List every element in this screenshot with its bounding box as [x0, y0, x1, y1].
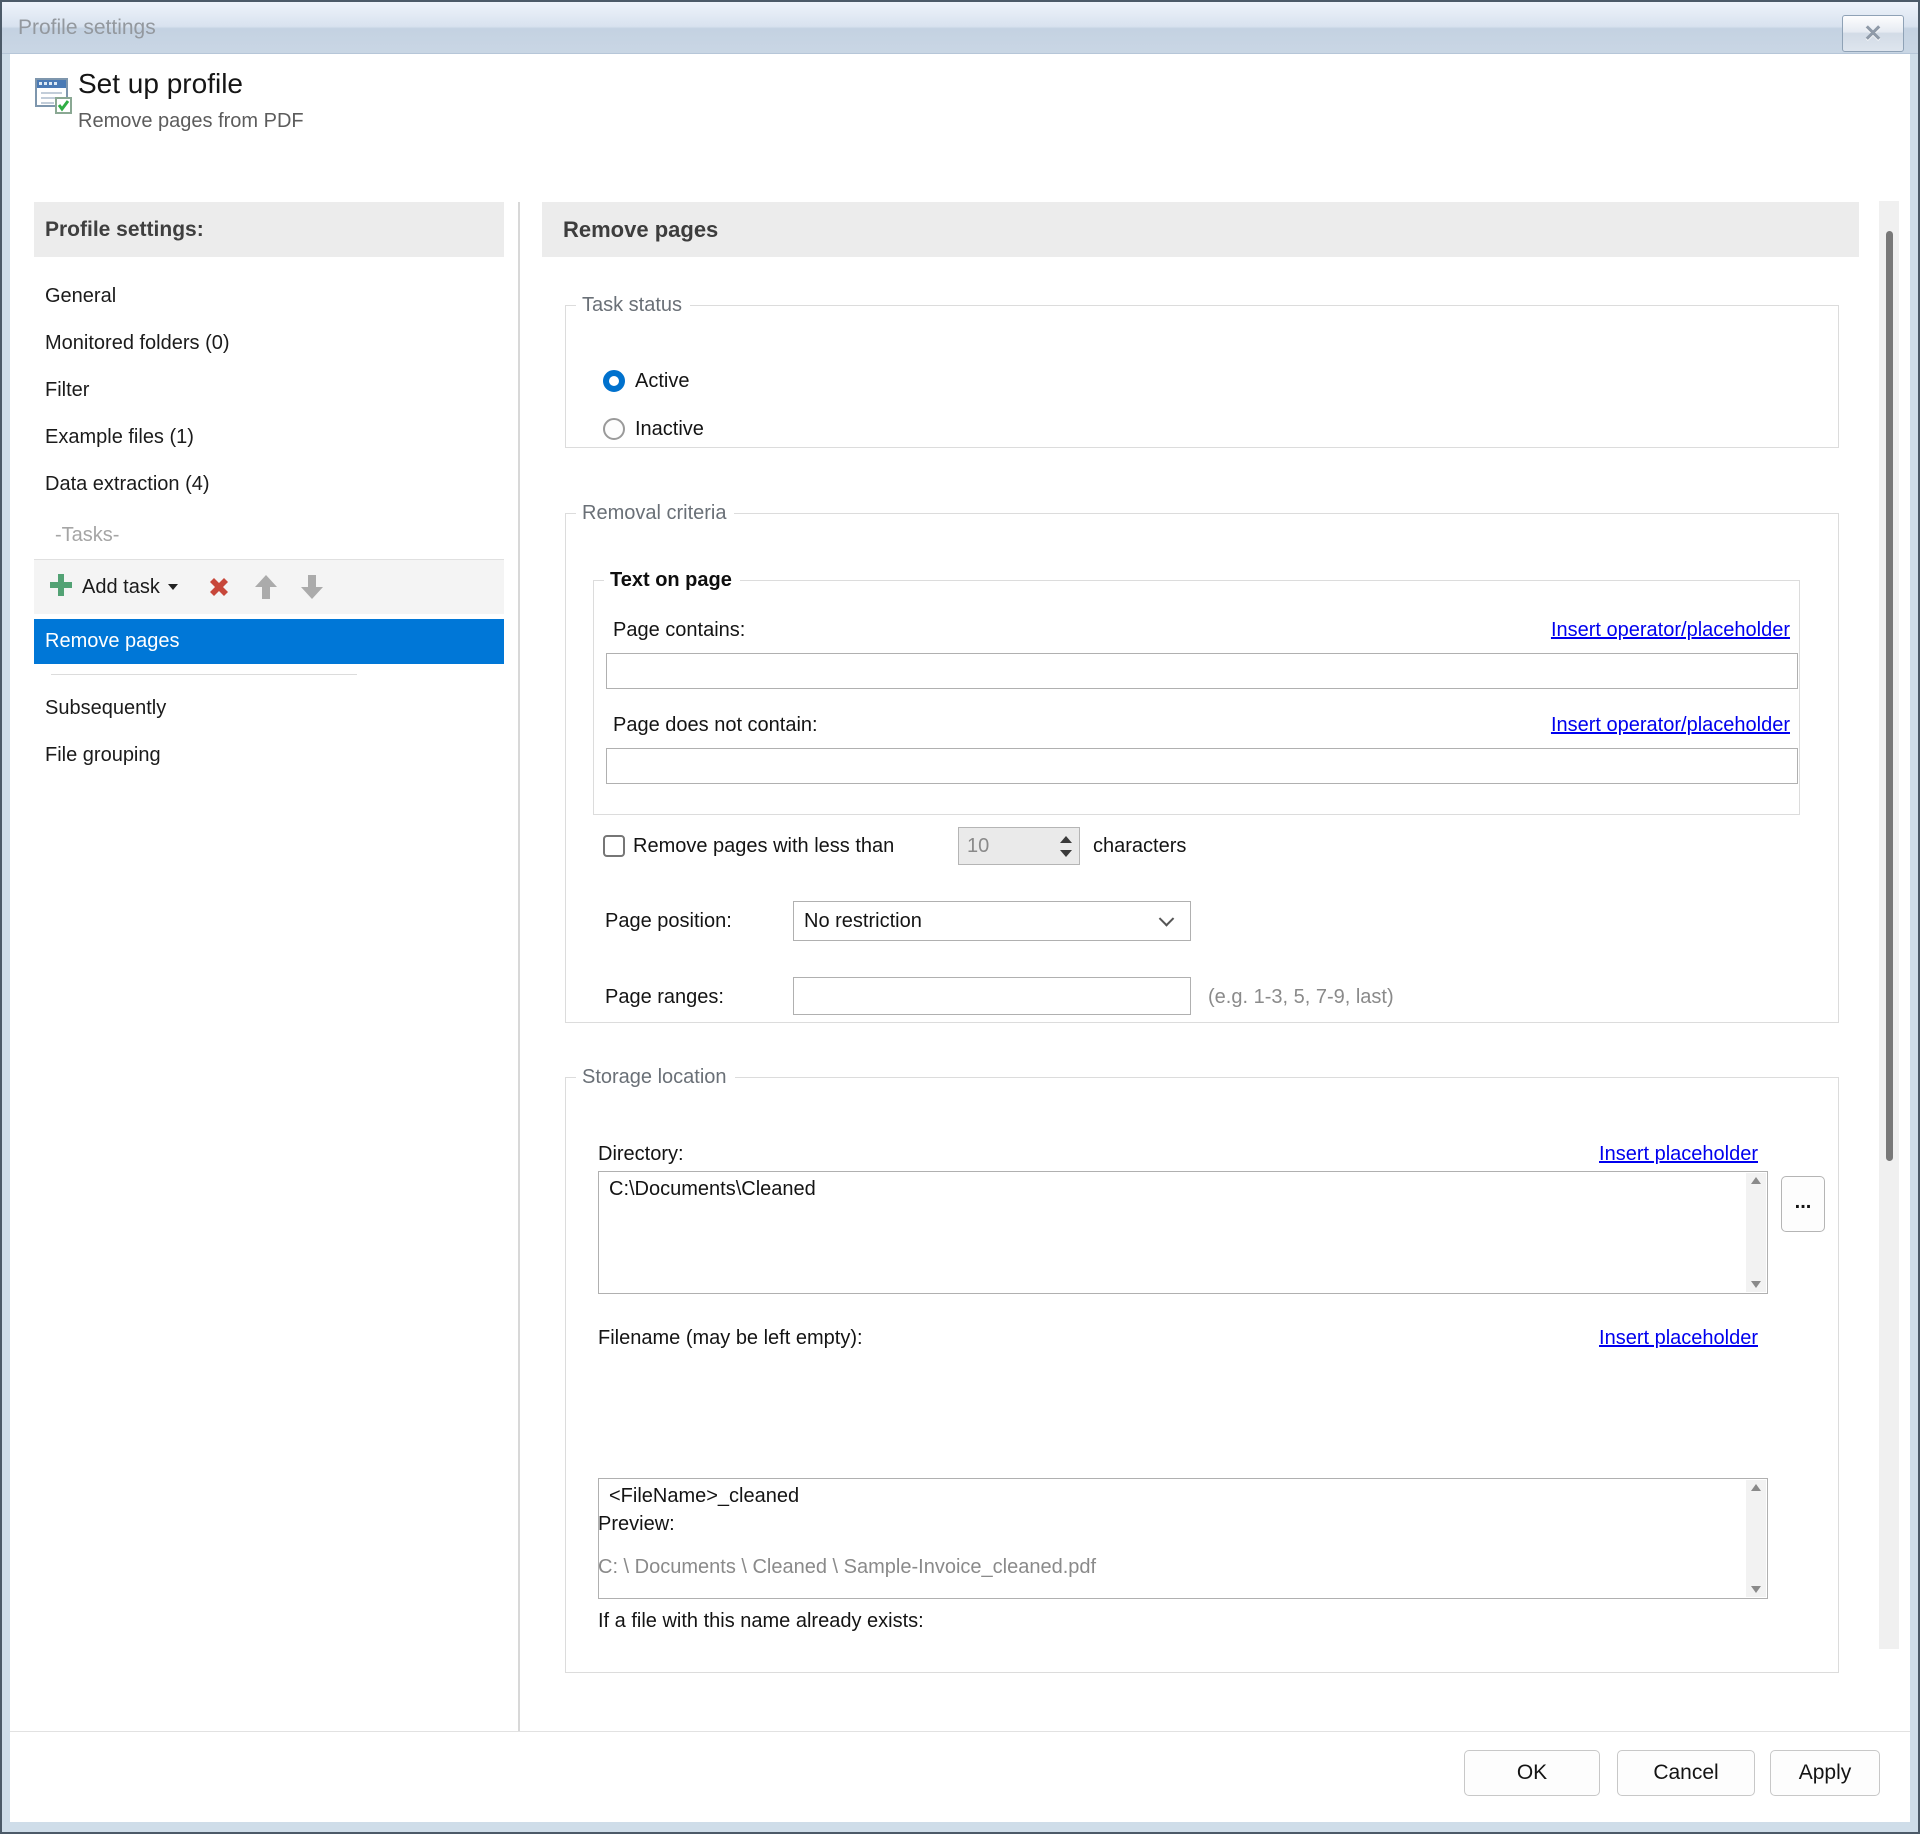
page-ranges-hint: (e.g. 1-3, 5, 7-9, last)	[1208, 986, 1394, 1008]
preview-label: Preview:	[598, 1513, 675, 1535]
apply-button[interactable]: Apply	[1770, 1750, 1880, 1796]
page-not-contains-input[interactable]	[606, 748, 1798, 784]
profile-icon	[35, 76, 73, 121]
titlebar: Profile settings ✕	[2, 2, 1918, 54]
add-task-label: Add task	[82, 575, 160, 598]
text-on-page-legend: Text on page	[610, 569, 732, 591]
page-position-label: Page position:	[605, 910, 732, 932]
directory-input[interactable]: C:\Documents\Cleaned	[598, 1171, 1768, 1294]
page-contains-label: Page contains:	[613, 619, 746, 641]
text-on-page-group: Text on page Page contains: Insert opera…	[593, 569, 1800, 815]
page-subtitle: Remove pages from PDF	[78, 110, 304, 132]
sidebar-item-data-extraction[interactable]: Data extraction (4)	[34, 461, 504, 508]
cancel-button[interactable]: Cancel	[1617, 1750, 1755, 1796]
tasks-section-label: -Tasks-	[55, 524, 120, 546]
filename-input[interactable]: <FileName>_cleaned	[598, 1478, 1768, 1599]
move-up-button[interactable]	[253, 573, 279, 601]
page-not-contains-label: Page does not contain:	[613, 714, 818, 736]
sidebar-item-monitored-folders[interactable]: Monitored folders (0)	[34, 320, 504, 367]
sidebar-item-file-grouping[interactable]: File grouping	[34, 732, 504, 779]
insert-operator-link-1[interactable]: Insert operator/placeholder	[1551, 617, 1790, 643]
preview-value: C: \ Documents \ Cleaned \ Sample-Invoic…	[598, 1556, 1097, 1578]
task-status-group: Task status Active Inactive	[565, 294, 1839, 448]
sidebar-item-subsequently[interactable]: Subsequently	[34, 685, 504, 732]
directory-value: C:\Documents\Cleaned	[609, 1178, 816, 1200]
sidebar: Profile settings: General Monitored fold…	[34, 202, 504, 779]
page-contains-input[interactable]	[606, 653, 1798, 689]
main-scrollbar[interactable]	[1879, 201, 1899, 1649]
spinner-down-icon[interactable]	[1060, 849, 1072, 857]
scroll-up-icon[interactable]	[1751, 1177, 1761, 1184]
storage-location-legend: Storage location	[582, 1066, 727, 1088]
dialog-content: Set up profile Remove pages from PDF Pro…	[10, 54, 1910, 1822]
scrollbar-thumb[interactable]	[1886, 231, 1893, 1161]
main-heading: Remove pages	[542, 202, 1859, 257]
removal-criteria-group: Removal criteria Text on page Page conta…	[565, 502, 1839, 1023]
chevron-down-icon	[167, 578, 179, 596]
scroll-down-icon[interactable]	[1751, 1281, 1761, 1288]
sidebar-item-filter[interactable]: Filter	[34, 367, 504, 414]
page-position-dropdown[interactable]: No restriction	[793, 901, 1191, 941]
profile-settings-dialog: Profile settings ✕ Set up profile Remove…	[0, 0, 1920, 1834]
active-label: Active	[635, 370, 690, 392]
plus-icon	[47, 571, 75, 604]
active-radio[interactable]	[603, 370, 625, 392]
removal-criteria-legend: Removal criteria	[582, 502, 727, 524]
directory-label: Directory:	[598, 1143, 684, 1165]
character-count-value: 10	[967, 835, 990, 857]
less-than-label: Remove pages with less than	[633, 835, 895, 857]
characters-label: characters	[1093, 835, 1187, 857]
delete-task-button[interactable]	[205, 573, 233, 601]
add-task-button[interactable]: Add task	[41, 567, 185, 608]
vertical-separator	[518, 202, 520, 1732]
spinner-up-icon[interactable]	[1060, 835, 1072, 843]
window-title: Profile settings	[18, 16, 156, 39]
task-item-remove-pages[interactable]: Remove pages	[34, 619, 504, 664]
character-count-spinner[interactable]: 10	[958, 827, 1080, 865]
sidebar-heading: Profile settings:	[34, 202, 504, 257]
file-exists-label: If a file with this name already exists:	[598, 1610, 924, 1632]
insert-placeholder-link-filename[interactable]: Insert placeholder	[1599, 1325, 1758, 1351]
spinner-arrows[interactable]	[1053, 828, 1079, 864]
filename-label: Filename (may be left empty):	[598, 1327, 863, 1349]
task-toolbar: Add task	[34, 559, 504, 614]
browse-directory-button[interactable]: ...	[1781, 1176, 1825, 1232]
inactive-label: Inactive	[635, 418, 704, 440]
inactive-radio[interactable]	[603, 418, 625, 440]
filename-scrollbar[interactable]	[1746, 1480, 1766, 1597]
page-position-value: No restriction	[804, 910, 922, 932]
chevron-down-icon	[1158, 911, 1175, 927]
insert-placeholder-link-directory[interactable]: Insert placeholder	[1599, 1141, 1758, 1167]
sidebar-item-general[interactable]: General	[34, 273, 504, 320]
close-button[interactable]: ✕	[1842, 15, 1904, 52]
sidebar-item-example-files[interactable]: Example files (1)	[34, 414, 504, 461]
scroll-down-icon[interactable]	[1751, 1586, 1761, 1593]
storage-location-group: Storage location Directory: Insert place…	[565, 1066, 1839, 1673]
less-than-checkbox[interactable]	[603, 835, 625, 857]
page-ranges-label: Page ranges:	[605, 986, 724, 1008]
directory-scrollbar[interactable]	[1746, 1173, 1766, 1292]
main-panel: Remove pages Task status Active Inactive…	[542, 202, 1859, 1762]
footer-divider	[10, 1731, 1910, 1732]
move-down-button[interactable]	[299, 573, 325, 601]
page-ranges-input[interactable]	[793, 977, 1191, 1015]
insert-operator-link-2[interactable]: Insert operator/placeholder	[1551, 712, 1790, 738]
filename-value: <FileName>_cleaned	[609, 1485, 800, 1507]
task-status-legend: Task status	[582, 294, 683, 316]
scroll-up-icon[interactable]	[1751, 1484, 1761, 1491]
ok-button[interactable]: OK	[1464, 1750, 1600, 1796]
page-title: Set up profile	[78, 68, 243, 99]
